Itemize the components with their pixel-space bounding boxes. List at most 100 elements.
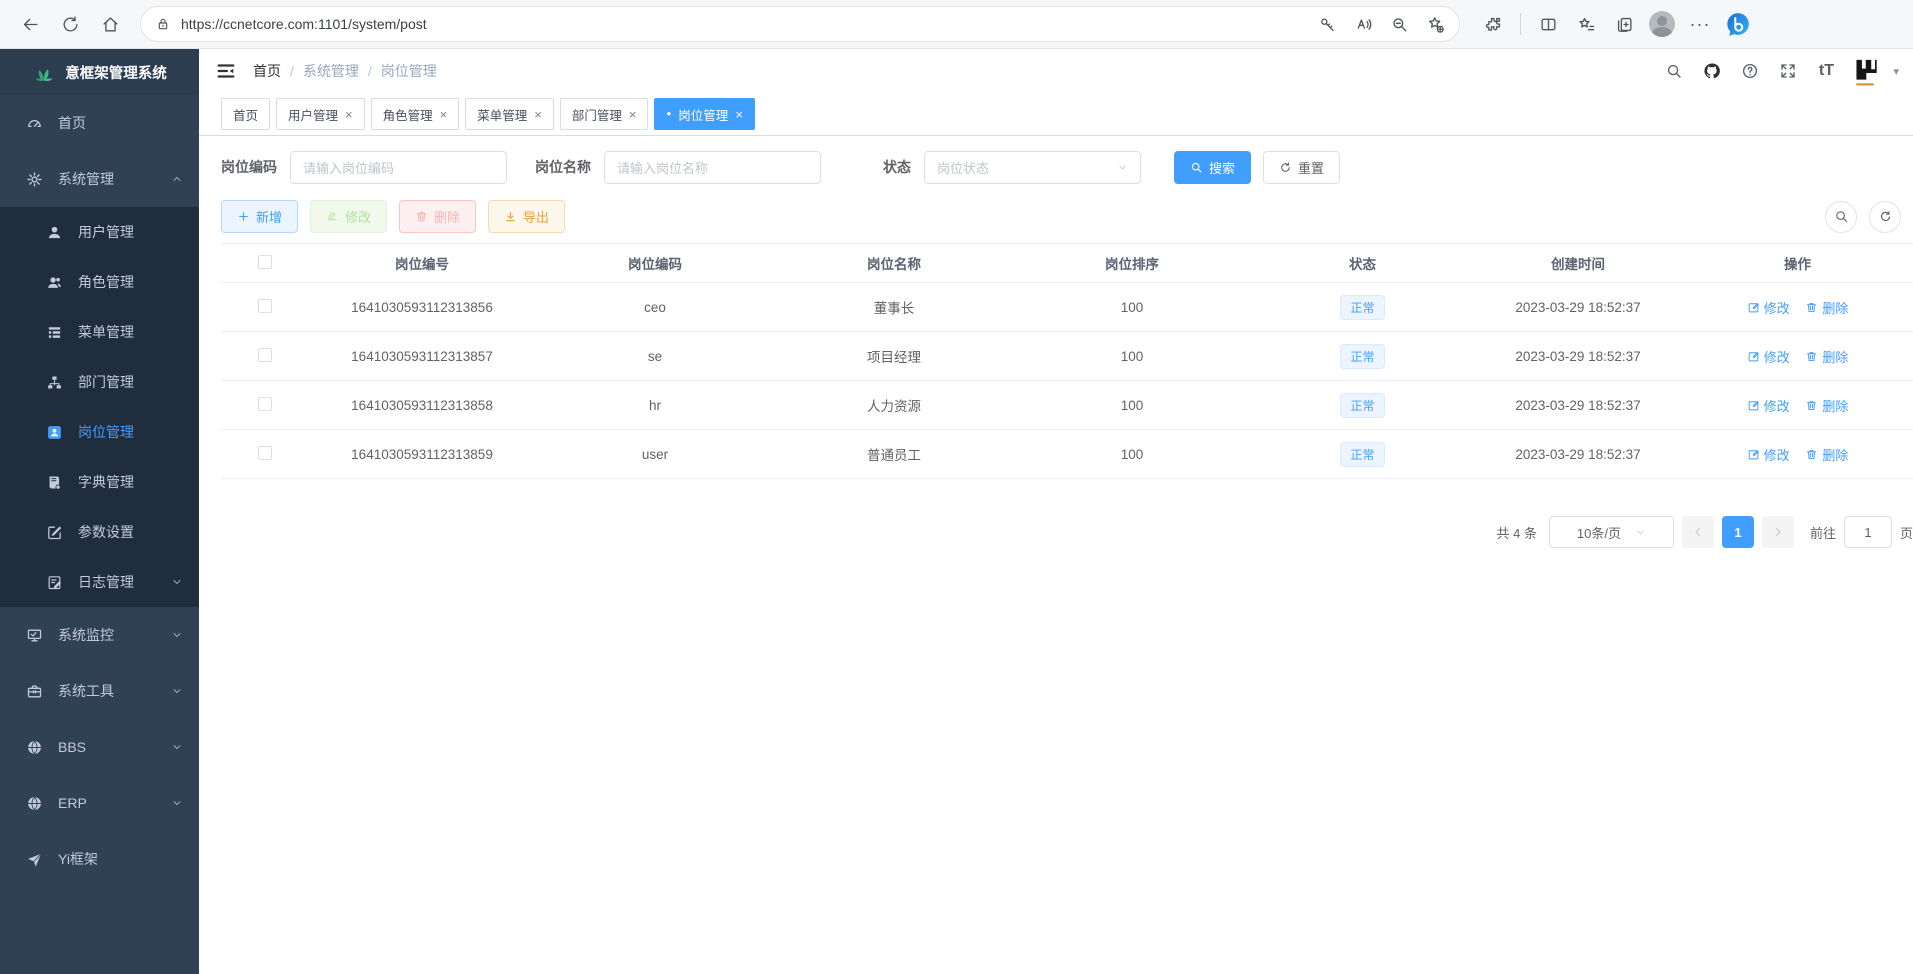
tab-role-mgmt[interactable]: 角色管理× (371, 98, 460, 130)
copilot-icon[interactable] (1719, 7, 1757, 41)
select-all-checkbox[interactable] (258, 255, 272, 269)
row-checkbox[interactable] (258, 446, 272, 460)
add-favorite-icon[interactable] (1417, 9, 1453, 39)
row-checkbox[interactable] (258, 397, 272, 411)
row-delete-button[interactable]: 删除 (1805, 445, 1848, 464)
url-text[interactable]: https://ccnetcore.com:1101/system/post (181, 16, 1309, 32)
sidebar-item-yi-framework[interactable]: Yi框架 (0, 831, 199, 887)
home-icon[interactable] (90, 7, 130, 41)
status-select[interactable]: 岗位状态 (924, 151, 1141, 184)
search-form: 岗位编码 请输入岗位编码 岗位名称 请输入岗位名称 状态 岗位状态 搜索 重置 (221, 150, 1913, 184)
table-toolbar: 新增 修改 删除 导出 (221, 200, 1913, 233)
sidebar-item-post-mgmt[interactable]: 岗位管理 (0, 407, 199, 457)
post-name-input[interactable]: 请输入岗位名称 (604, 151, 821, 184)
col-post-name: 岗位名称 (775, 244, 1013, 283)
search-button[interactable]: 搜索 (1174, 151, 1251, 184)
user-menu-caret-icon[interactable]: ▾ (1893, 65, 1899, 78)
monitor-icon (24, 625, 44, 645)
help-icon[interactable] (1735, 56, 1765, 86)
chevron-down-icon (1117, 162, 1128, 173)
sidebar-item-role-mgmt[interactable]: 角色管理 (0, 257, 199, 307)
edit-icon (326, 210, 339, 223)
close-icon[interactable]: × (735, 107, 743, 122)
sidebar-item-dept-mgmt[interactable]: 部门管理 (0, 357, 199, 407)
back-icon[interactable] (10, 7, 50, 41)
post-code-label: 岗位编码 (221, 157, 277, 177)
row-delete-button[interactable]: 删除 (1805, 347, 1848, 366)
sidebar-item-system-mgmt[interactable]: 系统管理 (0, 151, 199, 207)
delete-button[interactable]: 删除 (399, 200, 476, 233)
next-page-button[interactable] (1762, 516, 1794, 548)
globe-icon (24, 737, 44, 757)
row-delete-button[interactable]: 删除 (1805, 396, 1848, 415)
edit-button-label: 修改 (345, 207, 371, 226)
sidebar-item-system-tools[interactable]: 系统工具 (0, 663, 199, 719)
sidebar-item-erp[interactable]: ERP (0, 775, 199, 831)
favorites-bar-icon[interactable] (1567, 7, 1605, 41)
sidebar-fold-icon[interactable] (215, 60, 237, 82)
prev-page-button[interactable] (1682, 516, 1714, 548)
sidebar-item-system-monitor[interactable]: 系统监控 (0, 607, 199, 663)
sidebar-item-label: 角色管理 (78, 272, 134, 292)
app-navbar: 首页 / 系统管理 / 岗位管理 tT ▾ (199, 49, 1913, 93)
breadcrumb-home[interactable]: 首页 (253, 61, 281, 81)
status-placeholder: 岗位状态 (937, 158, 989, 177)
split-screen-icon[interactable] (1529, 7, 1567, 41)
export-button[interactable]: 导出 (488, 200, 565, 233)
extensions-icon[interactable] (1474, 7, 1512, 41)
user-avatar-logo[interactable] (1849, 53, 1885, 89)
github-icon[interactable] (1697, 56, 1727, 86)
cell-post-id: 1641030593112313856 (309, 283, 535, 332)
sidebar-item-menu-mgmt[interactable]: 菜单管理 (0, 307, 199, 357)
sidebar-item-user-mgmt[interactable]: 用户管理 (0, 207, 199, 257)
password-key-icon[interactable] (1309, 9, 1345, 39)
tab-user-mgmt[interactable]: 用户管理× (276, 98, 365, 130)
address-bar[interactable]: https://ccnetcore.com:1101/system/post (140, 6, 1460, 42)
row-edit-button[interactable]: 修改 (1747, 298, 1790, 317)
tab-dept-mgmt[interactable]: 部门管理× (560, 98, 649, 130)
row-edit-button[interactable]: 修改 (1747, 445, 1790, 464)
collections-icon[interactable] (1605, 7, 1643, 41)
chevron-down-icon (171, 797, 183, 809)
sidebar-item-dict-mgmt[interactable]: 字典管理 (0, 457, 199, 507)
breadcrumb-separator: / (290, 63, 294, 79)
page-size-select[interactable]: 10条/页 (1549, 516, 1674, 548)
row-edit-button[interactable]: 修改 (1747, 347, 1790, 366)
reset-button[interactable]: 重置 (1263, 151, 1340, 184)
edit-button[interactable]: 修改 (310, 200, 387, 233)
fullscreen-icon[interactable] (1773, 56, 1803, 86)
close-icon[interactable]: × (534, 107, 542, 122)
row-edit-button[interactable]: 修改 (1747, 396, 1790, 415)
sidebar-item-home[interactable]: 首页 (0, 95, 199, 151)
page-number-button[interactable]: 1 (1722, 516, 1754, 548)
profile-avatar[interactable] (1643, 7, 1681, 41)
browser-menu-icon[interactable]: ··· (1681, 7, 1719, 41)
col-status: 状态 (1251, 244, 1474, 283)
close-icon[interactable]: × (345, 107, 353, 122)
read-aloud-icon[interactable] (1345, 9, 1381, 39)
close-icon[interactable]: × (440, 107, 448, 122)
chevron-up-icon (171, 173, 183, 185)
post-code-input[interactable]: 请输入岗位编码 (290, 151, 507, 184)
tab-post-mgmt[interactable]: ●岗位管理× (654, 98, 754, 130)
table-refresh-button[interactable] (1869, 201, 1901, 233)
close-icon[interactable]: × (629, 107, 637, 122)
refresh-icon[interactable] (50, 7, 90, 41)
tab-menu-mgmt[interactable]: 菜单管理× (465, 98, 554, 130)
sidebar-item-label: 日志管理 (78, 572, 134, 592)
font-size-icon[interactable]: tT (1811, 56, 1841, 86)
row-checkbox[interactable] (258, 348, 272, 362)
header-search-icon[interactable] (1659, 56, 1689, 86)
globe-icon (24, 793, 44, 813)
goto-page-input[interactable] (1844, 516, 1892, 548)
row-checkbox[interactable] (258, 299, 272, 313)
row-delete-button[interactable]: 删除 (1805, 298, 1848, 317)
add-button[interactable]: 新增 (221, 200, 298, 233)
sidebar-item-param-settings[interactable]: 参数设置 (0, 507, 199, 557)
col-post-code: 岗位编码 (535, 244, 775, 283)
sidebar-item-log-mgmt[interactable]: 日志管理 (0, 557, 199, 607)
tab-home[interactable]: 首页 (221, 98, 270, 130)
show-search-toggle-button[interactable] (1825, 201, 1857, 233)
sidebar-item-bbs[interactable]: BBS (0, 719, 199, 775)
zoom-out-icon[interactable] (1381, 9, 1417, 39)
